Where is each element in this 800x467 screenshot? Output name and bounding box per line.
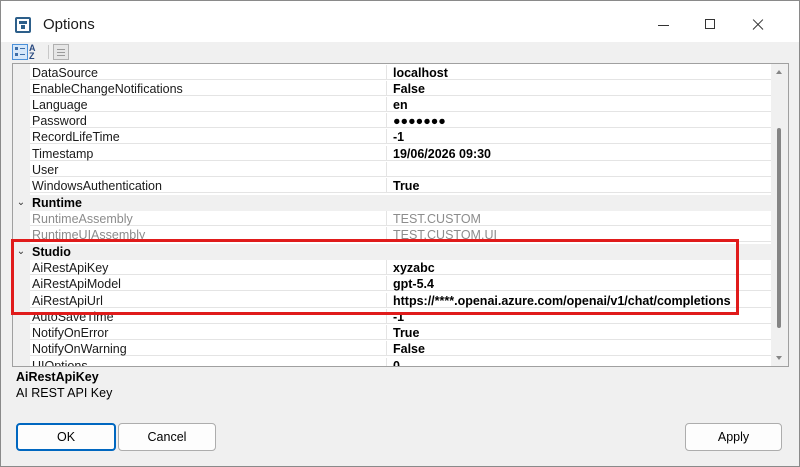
property-name: WindowsAuthentication: [30, 178, 387, 193]
property-name: NotifyOnError: [30, 325, 387, 340]
scroll-up-icon[interactable]: [776, 70, 782, 74]
vertical-scrollbar[interactable]: [771, 64, 788, 366]
property-row[interactable]: UIOptions 0: [13, 358, 771, 366]
category-runtime[interactable]: ⌄ Runtime: [13, 195, 771, 211]
property-name: Timestamp: [30, 146, 387, 161]
property-row[interactable]: User: [13, 162, 771, 178]
property-row[interactable]: RuntimeAssembly TEST.CUSTOM: [13, 211, 771, 227]
scrollbar-thumb[interactable]: [777, 128, 781, 328]
ok-button[interactable]: OK: [16, 423, 116, 451]
alpha-sort-bottom-letter: Z: [29, 51, 35, 61]
property-value[interactable]: [387, 162, 771, 177]
property-value[interactable]: True: [387, 178, 771, 193]
property-value[interactable]: True: [387, 325, 771, 340]
property-row[interactable]: Password ●●●●●●●: [13, 113, 771, 129]
property-value[interactable]: 0: [387, 358, 771, 366]
window-title: Options: [43, 16, 95, 33]
property-name: EnableChangeNotifications: [30, 81, 387, 96]
toolbar-separator: [48, 45, 49, 59]
property-name: User: [30, 162, 387, 177]
property-name: Password: [30, 113, 387, 128]
property-row[interactable]: Language en: [13, 97, 771, 113]
property-row[interactable]: NotifyOnWarning False: [13, 341, 771, 357]
property-row[interactable]: WindowsAuthentication True: [13, 178, 771, 194]
property-value[interactable]: -1: [387, 129, 771, 144]
property-name: Language: [30, 97, 387, 112]
dialog-footer: OK Cancel Apply: [1, 415, 799, 466]
property-name: RecordLifeTime: [30, 129, 387, 144]
highlight-box: [11, 239, 739, 315]
cancel-button[interactable]: Cancel: [118, 423, 216, 451]
property-row[interactable]: Timestamp 19/06/2026 09:30: [13, 146, 771, 162]
help-description: AI REST API Key: [16, 386, 113, 400]
property-name: DataSource: [30, 65, 387, 80]
property-row[interactable]: DataSource localhost: [13, 65, 771, 81]
property-name: RuntimeAssembly: [30, 211, 387, 226]
property-grid-toolbar: A Z: [1, 42, 799, 62]
help-title: AiRestApiKey: [16, 370, 99, 384]
scroll-down-icon[interactable]: [776, 356, 782, 360]
property-pages-icon[interactable]: [53, 44, 69, 60]
property-value[interactable]: False: [387, 81, 771, 96]
chevron-down-icon[interactable]: ⌄: [15, 195, 27, 211]
categorized-view-icon[interactable]: [12, 44, 28, 60]
property-row[interactable]: EnableChangeNotifications False: [13, 81, 771, 97]
category-label: Runtime: [32, 196, 82, 210]
property-name: UIOptions: [30, 358, 387, 366]
app-icon: [15, 17, 31, 33]
property-value: TEST.CUSTOM: [387, 211, 771, 226]
help-pane: AiRestApiKey AI REST API Key: [12, 367, 789, 415]
property-row[interactable]: NotifyOnError True: [13, 325, 771, 341]
property-value[interactable]: 19/06/2026 09:30: [387, 146, 771, 161]
property-value[interactable]: localhost: [387, 65, 771, 80]
property-value[interactable]: en: [387, 97, 771, 112]
alphabetical-sort-icon[interactable]: A Z: [29, 44, 67, 61]
apply-button[interactable]: Apply: [685, 423, 782, 451]
property-value[interactable]: False: [387, 341, 771, 356]
property-row[interactable]: RecordLifeTime -1: [13, 129, 771, 145]
password-value[interactable]: ●●●●●●●: [387, 113, 771, 128]
property-name: NotifyOnWarning: [30, 341, 387, 356]
options-window: Options A Z DataSource localhost EnableC…: [0, 0, 800, 467]
property-grid: DataSource localhost EnableChangeNotific…: [12, 63, 789, 367]
